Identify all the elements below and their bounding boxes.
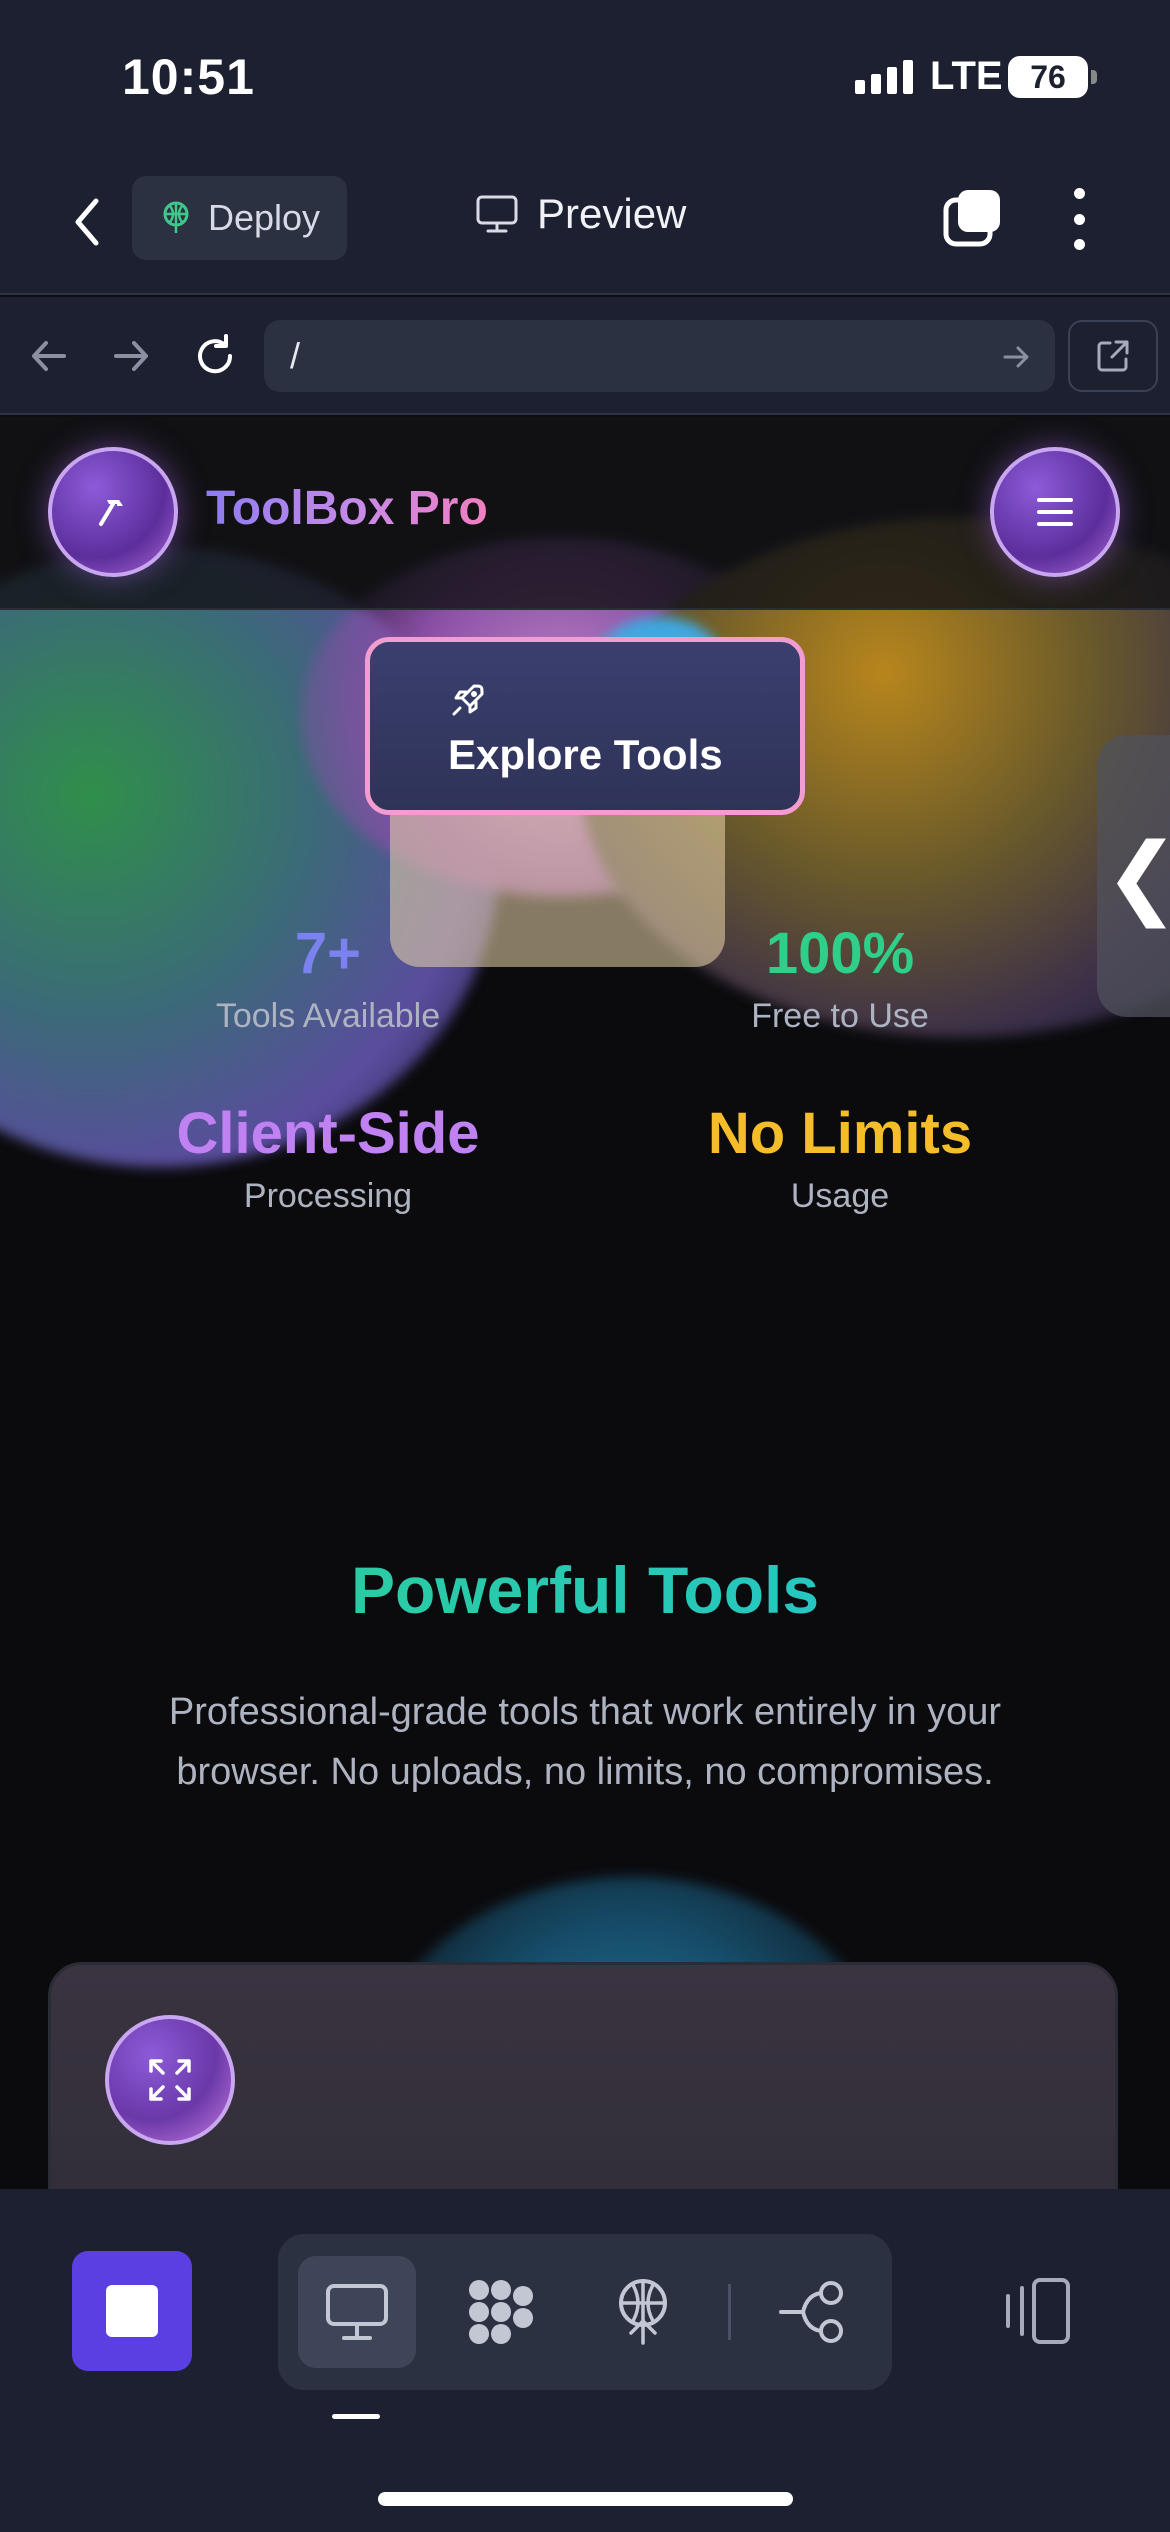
expand-button[interactable] — [105, 2015, 235, 2145]
menu-dot — [1073, 213, 1085, 225]
branch-icon — [779, 2281, 843, 2343]
device-toggle-button[interactable] — [1000, 2274, 1076, 2350]
tabs-button[interactable] — [942, 186, 1004, 248]
deploy-icon — [163, 201, 189, 233]
monitor-icon — [326, 2284, 388, 2340]
logo[interactable] — [48, 447, 178, 577]
arrow-left-icon — [32, 341, 66, 371]
deploy-icon — [619, 2279, 667, 2345]
status-bar: 10:51 LTE 76 — [0, 0, 1170, 150]
explore-label: Explore Tools — [448, 731, 723, 778]
external-link-icon — [1097, 340, 1129, 372]
code-blocks-icon — [469, 2280, 533, 2344]
tab-deploy[interactable] — [584, 2256, 702, 2368]
device-frame-icon — [1006, 2278, 1070, 2344]
explore-tools-button[interactable]: Explore Tools — [365, 637, 805, 815]
monitor-icon — [476, 195, 518, 233]
url-bar: / — [0, 297, 1170, 415]
hamburger-line — [1037, 522, 1073, 526]
preview-label: Preview — [537, 190, 687, 237]
tab-branches[interactable] — [754, 2256, 872, 2368]
stop-icon — [106, 2285, 158, 2337]
open-external-button[interactable] — [1068, 320, 1158, 392]
expand-icon — [149, 2059, 191, 2101]
status-time: 10:51 — [122, 49, 255, 105]
tabs-icon — [943, 190, 1000, 247]
stat-tools: 7+ Tools Available — [118, 925, 538, 1036]
hamburger-line — [1037, 498, 1073, 502]
stat-free: 100% Free to Use — [630, 925, 1050, 1036]
active-tab-indicator — [332, 2414, 380, 2419]
rocket-icon — [452, 684, 484, 716]
stat-label: Usage — [790, 1177, 890, 1215]
tab-code[interactable] — [442, 2256, 560, 2368]
stat-client-side: Client-Side Processing — [118, 1105, 538, 1216]
go-arrow-icon[interactable] — [1001, 342, 1031, 372]
section-description: Professional-grade tools that work entir… — [168, 1691, 1002, 1793]
hammer-icon — [99, 500, 123, 526]
tab-preview[interactable] — [298, 2256, 416, 2368]
view-switcher — [278, 2234, 892, 2390]
network-label: LTE — [930, 54, 1003, 98]
webview: ToolBox Pro Explore Tools ❮ 7+ Tools Ava… — [0, 417, 1170, 2189]
stat-value: 7+ — [294, 921, 362, 986]
home-indicator[interactable] — [378, 2492, 793, 2506]
stat-value: Client-Side — [176, 1101, 480, 1166]
bottom-bar — [0, 2189, 1170, 2532]
brand-name[interactable]: ToolBox Pro — [206, 481, 488, 536]
divider — [728, 2284, 731, 2340]
battery-icon: 76 — [1008, 56, 1097, 98]
tool-card[interactable] — [48, 1962, 1118, 2189]
menu-dot — [1073, 239, 1085, 250]
arrow-right-icon — [114, 341, 148, 371]
app-toolbar: Deploy Preview — [0, 150, 1170, 295]
reload-button[interactable] — [192, 333, 238, 379]
menu-dot — [1073, 188, 1085, 199]
nav-forward-button[interactable] — [108, 333, 154, 379]
section-title: Powerful Tools — [0, 1552, 1170, 1628]
stat-value: No Limits — [707, 1101, 973, 1166]
site-menu-button[interactable] — [990, 447, 1120, 577]
url-input[interactable]: / — [264, 320, 1055, 392]
stat-label: Processing — [243, 1177, 413, 1215]
stat-label: Tools Available — [215, 997, 441, 1035]
stat-value: 100% — [765, 921, 915, 986]
site-header: ToolBox Pro — [0, 417, 1170, 610]
deploy-button[interactable]: Deploy — [132, 176, 347, 260]
reload-icon — [198, 334, 233, 374]
side-drawer-handle[interactable]: ❮ — [1097, 735, 1170, 1017]
back-button[interactable] — [62, 194, 112, 250]
preview-title: Preview — [475, 190, 686, 238]
url-text: / — [290, 335, 301, 376]
stat-label: Free to Use — [751, 997, 929, 1035]
chevron-left-icon — [75, 198, 99, 246]
signal-icon — [855, 60, 913, 94]
more-menu-button[interactable] — [1064, 188, 1094, 250]
nav-back-button[interactable] — [26, 333, 72, 379]
stop-button[interactable] — [72, 2251, 192, 2371]
deploy-label: Deploy — [208, 197, 321, 238]
stat-no-limits: No Limits Usage — [630, 1105, 1050, 1216]
hamburger-line — [1037, 510, 1073, 514]
